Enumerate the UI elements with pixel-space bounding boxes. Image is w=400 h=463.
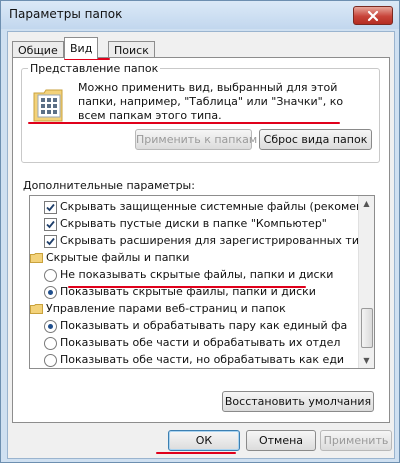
radio-button[interactable] [44,337,57,350]
tree-group-label: Управление парами веб-страниц и папок [46,302,286,315]
tab-view[interactable]: Вид [64,37,99,59]
folder-view-legend: Представление папок [28,62,161,75]
view-tab-panel: Представление папок Можно применить вид,… [12,57,390,423]
scroll-thumb[interactable] [361,308,373,348]
folder-view-icon [33,89,63,122]
folder-icon [30,304,43,314]
cancel-button[interactable]: Отмена [246,430,316,451]
radio-button[interactable] [44,269,57,282]
tree-item-label: Показывать и обрабатывать пару как едины… [60,319,348,332]
close-button[interactable] [353,6,393,25]
advanced-settings-tree[interactable]: Скрывать защищенные системные файлы (рек… [29,195,375,369]
close-icon [367,10,379,21]
checkbox[interactable] [44,201,57,214]
title-bar[interactable]: Параметры папок [1,1,399,29]
window-title: Параметры папок [9,7,123,21]
ok-button[interactable]: ОК [168,430,240,451]
tree-scrollbar[interactable]: ▲ ▼ [358,196,374,368]
check-icon [46,237,55,246]
radio-button[interactable] [44,354,57,367]
tree-group-label: Скрытые файлы и папки [46,251,190,264]
annotation-underline-ok [156,452,236,454]
tree-item-label: Показывать обе части и обрабатывать их о… [60,336,341,349]
tree-item-label: Скрывать расширения для зарегистрированн… [60,234,373,247]
restore-defaults-button[interactable]: Восстановить умолчания [222,391,374,412]
folder-icon [30,253,43,263]
radio-button[interactable] [44,320,57,333]
tree-item-label: Скрывать пустые диски в папке "Компьютер… [60,217,327,230]
checkbox[interactable] [44,235,57,248]
folder-options-window: Параметры папок Общие Вид Поиск Представ… [0,0,400,463]
annotation-underline-show-hidden [68,286,306,288]
apply-to-folders-button[interactable]: Применить к папкам [135,129,257,150]
dialog-body: Общие Вид Поиск Представление папок Можн… [7,31,395,459]
reset-folders-button[interactable]: Сброс вида папок [259,129,372,150]
checkbox[interactable] [44,218,57,231]
folder-view-group: Представление папок Можно применить вид,… [21,62,380,163]
scroll-down-arrow-icon[interactable]: ▼ [360,353,373,368]
annotation-underline-folder-view [28,122,340,124]
check-icon [46,203,55,212]
scroll-up-arrow-icon[interactable]: ▲ [360,196,373,211]
tree-item-label: Скрывать защищенные системные файлы (рек… [60,200,374,213]
folder-view-description: Можно применить вид, выбранный для этой … [78,81,344,122]
apply-button[interactable]: Применить [320,430,392,451]
tree-item-label: Показывать обе части, но обрабатывать ка… [60,353,345,366]
check-icon [46,220,55,229]
advanced-settings-label: Дополнительные параметры: [23,179,195,192]
tree-item-label: Не показывать скрытые файлы, папки и дис… [60,268,334,281]
radio-button[interactable] [44,286,57,299]
